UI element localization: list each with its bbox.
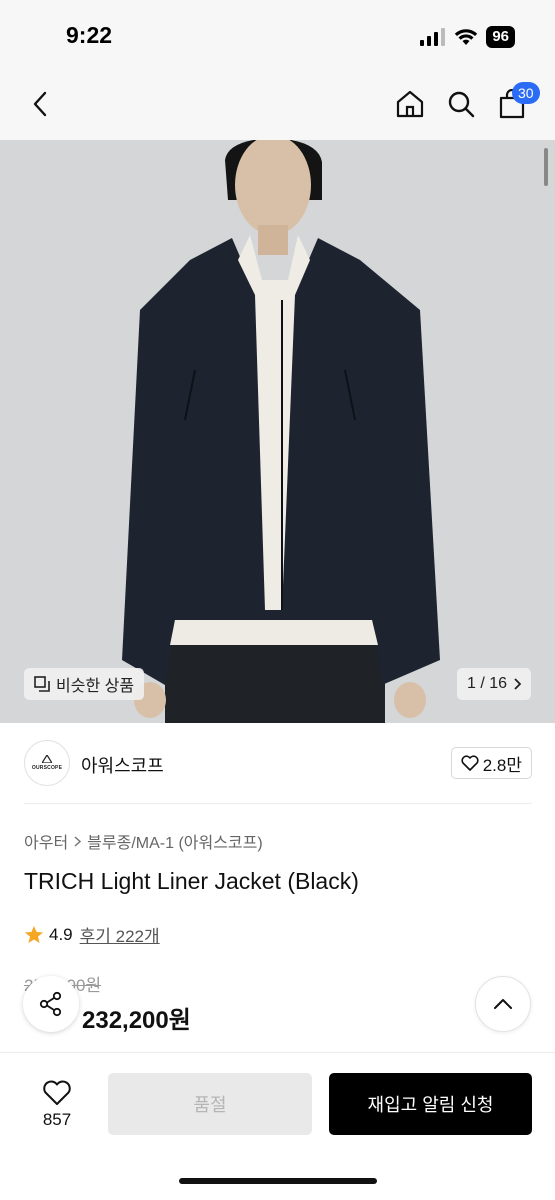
brand-name[interactable]: 아워스코프 (81, 752, 164, 778)
similar-products-button[interactable]: 비슷한 상품 (24, 668, 145, 700)
battery-indicator: 96 (486, 26, 515, 48)
brand-row: OURSCOPE 아워스코프 2.8만 (24, 740, 532, 788)
brand-logo[interactable]: OURSCOPE (24, 740, 70, 786)
similar-products-label: 비슷한 상품 (56, 678, 135, 695)
share-button[interactable] (23, 976, 79, 1032)
cart-badge: 30 (512, 82, 540, 104)
product-title: TRICH Light Liner Jacket (Black) (24, 868, 359, 894)
status-icons: 96 (420, 26, 515, 48)
status-bar: 9:22 96 (0, 0, 555, 70)
wishlist-button[interactable]: 857 (24, 1073, 90, 1137)
cart-button[interactable]: 30 (492, 82, 540, 124)
chevron-up-icon (494, 999, 512, 1009)
breadcrumb-level1[interactable]: 아우터 (24, 829, 68, 853)
back-icon (33, 91, 47, 117)
wifi-icon (455, 29, 478, 45)
review-link[interactable]: 후기 222개 (80, 922, 160, 947)
share-icon (39, 991, 62, 1017)
brand-logo-mark (42, 755, 52, 763)
signal-icon (420, 28, 446, 46)
rating-row: 4.9 후기 222개 (24, 922, 160, 947)
status-time: 9:22 (66, 22, 113, 48)
search-button[interactable] (441, 84, 481, 124)
breadcrumb-level2[interactable]: 블루종/MA-1 (아워스코프) (87, 829, 263, 853)
nav-bar: 30 (0, 70, 555, 140)
wishlist-count: 857 (42, 1110, 72, 1129)
breadcrumb: 아우터 블루종/MA-1 (아워스코프) (24, 829, 263, 853)
heart-icon (43, 1080, 71, 1105)
heart-icon (461, 755, 479, 771)
brand-logo-text: OURSCOPE (31, 765, 63, 771)
product-photo (0, 140, 555, 723)
scroll-top-button[interactable] (475, 976, 531, 1032)
back-button[interactable] (20, 84, 60, 124)
chevron-right-icon (514, 678, 521, 690)
page-counter-label: 1 / 16 (466, 675, 507, 692)
chevron-right-icon (74, 835, 82, 847)
divider (24, 803, 532, 804)
page-scrollbar[interactable] (544, 148, 548, 186)
home-icon (396, 90, 424, 118)
soldout-button: 품절 (108, 1073, 312, 1135)
rating-value: 4.9 (49, 924, 73, 944)
brand-like-count: 2.8만 (482, 755, 522, 775)
brand-like-button[interactable]: 2.8만 (450, 747, 532, 779)
search-icon (448, 91, 475, 118)
star-icon (25, 925, 43, 943)
home-button[interactable] (390, 84, 430, 124)
sale-price: 232,200원 (82, 1007, 191, 1034)
restock-alert-button[interactable]: 재입고 알림 신청 (329, 1073, 532, 1135)
image-page-counter[interactable]: 1 / 16 (456, 668, 531, 700)
home-indicator (179, 1178, 377, 1184)
product-image[interactable] (0, 140, 555, 723)
similar-icon (34, 676, 50, 692)
